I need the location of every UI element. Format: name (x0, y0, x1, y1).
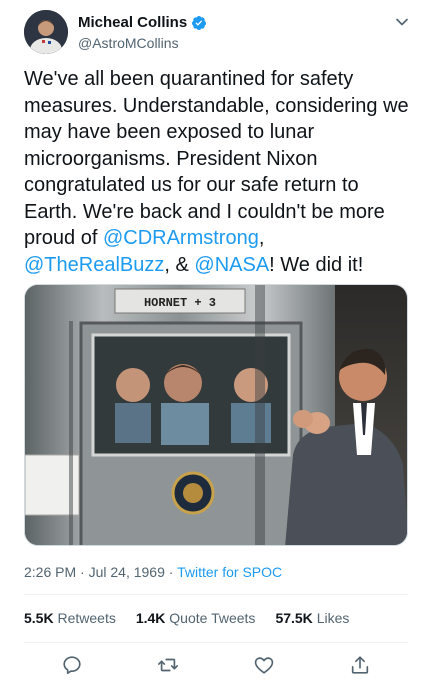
retweets-count: 5.5K (24, 610, 54, 626)
chevron-down-icon[interactable] (392, 12, 412, 32)
author-display-name[interactable]: Micheal Collins (78, 14, 187, 31)
quote-tweets-count: 1.4K (135, 610, 166, 626)
share-icon[interactable] (349, 654, 371, 676)
likes-count: 57.5K (275, 610, 313, 626)
tweet-time[interactable]: 2:26 PM (24, 564, 76, 580)
hornet-sign-text: HORNET + 3 (144, 296, 216, 310)
meta-separator: · (76, 564, 89, 580)
retweets-stat[interactable]: 5.5K Retweets (24, 610, 116, 626)
tweet-stats: 5.5K Retweets 1.4K Quote Tweets 57.5K Li… (24, 610, 349, 626)
tweet-meta: 2:26 PM · Jul 24, 1969 · Twitter for SPO… (24, 564, 282, 580)
tweet-text: We've all been quarantined for safety me… (24, 66, 416, 278)
likes-stat[interactable]: 57.5K Likes (275, 610, 349, 626)
verified-badge-icon (192, 15, 207, 30)
heart-icon[interactable] (253, 654, 275, 676)
tweet-date[interactable]: Jul 24, 1969 (89, 564, 165, 580)
divider (24, 642, 408, 643)
author-display-name-row[interactable]: Micheal Collins (78, 14, 207, 31)
likes-label: Likes (316, 610, 350, 626)
avatar[interactable] (24, 10, 68, 54)
tweet-source[interactable]: Twitter for SPOC (177, 564, 282, 580)
tweet-text-part-3: , & (164, 253, 195, 276)
reply-icon[interactable] (61, 654, 83, 676)
retweets-label: Retweets (57, 610, 116, 626)
quote-tweets-label: Quote Tweets (169, 610, 256, 626)
tweet-actions (24, 652, 408, 678)
mention-therealbuzz[interactable]: @TheRealBuzz (24, 254, 164, 276)
mention-cdrarmstrong[interactable]: @CDRArmstrong (103, 227, 259, 249)
tweet-photo[interactable]: HORNET + 3 (24, 284, 408, 546)
tweet-text-part-2: , (258, 227, 265, 249)
mention-nasa[interactable]: @NASA (194, 254, 269, 276)
quote-tweets-stat[interactable]: 1.4K Quote Tweets (136, 610, 256, 626)
divider (24, 594, 408, 595)
tweet-text-part-1: We've all been quarantined for safety me… (24, 68, 409, 249)
author-handle[interactable]: @AstroMCollins (78, 35, 207, 51)
tweet-header: Micheal Collins @AstroMCollins (24, 10, 412, 58)
meta-separator: · (164, 564, 178, 580)
tweet-text-part-4: ! We did it! (269, 253, 364, 276)
retweet-icon[interactable] (157, 654, 179, 676)
